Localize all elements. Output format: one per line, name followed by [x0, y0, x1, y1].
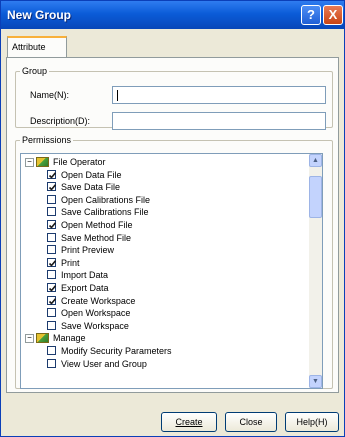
arrow-down-icon[interactable]: ▼	[309, 375, 322, 388]
checked-checkbox[interactable]	[47, 283, 57, 292]
permission-item[interactable]: Open Data File	[21, 169, 307, 181]
unchecked-checkbox[interactable]	[47, 346, 56, 355]
permission-label: Open Workspace	[61, 308, 131, 319]
permission-label: Open Data File	[61, 169, 122, 180]
folder-icon	[36, 157, 49, 167]
permissions-box: Permissions ▲ ▼ − File Operator Open Data …	[15, 135, 333, 389]
vertical-scrollbar[interactable]: ▲ ▼	[309, 154, 322, 388]
attribute-panel: Group Name(N): Description(D): Permissio…	[6, 57, 339, 393]
permission-label: Save Method File	[61, 232, 132, 243]
permissions-tree[interactable]: ▲ ▼ − File Operator Open Data File Save Dat…	[20, 153, 323, 389]
permission-item[interactable]: Modify Security Parameters	[21, 345, 307, 357]
permission-item[interactable]: Save Workspace	[21, 320, 307, 332]
text-caret	[117, 90, 118, 101]
unchecked-checkbox[interactable]	[47, 207, 56, 217]
tree-category-2[interactable]: − Manage	[21, 332, 307, 344]
checkmark-icon	[48, 285, 57, 292]
permission-item[interactable]: Print Preview	[21, 244, 307, 256]
permission-label: View User and Group	[61, 358, 147, 369]
name-label: Name(N):	[30, 90, 70, 100]
tree-category-label: Manage	[53, 333, 86, 344]
unchecked-checkbox[interactable]	[47, 308, 56, 318]
unchecked-checkbox[interactable]	[47, 320, 56, 330]
unchecked-checkbox[interactable]	[47, 270, 56, 280]
unchecked-checkbox[interactable]	[47, 245, 56, 255]
permission-item[interactable]: Print	[21, 257, 307, 269]
permission-label: Modify Security Parameters	[61, 346, 172, 356]
permission-item[interactable]: Open Method File	[21, 219, 307, 231]
unchecked-checkbox[interactable]	[47, 194, 56, 204]
unchecked-checkbox[interactable]	[47, 232, 56, 242]
permission-label: Save Calibrations File	[61, 207, 149, 218]
checked-checkbox[interactable]	[47, 220, 57, 229]
permission-item[interactable]: Export Data	[21, 282, 307, 294]
new-group-dialog: New Group ? X Attribute Group Name(N): D…	[0, 0, 345, 437]
permission-label: Create Workspace	[61, 295, 136, 306]
close-title-button[interactable]: X	[323, 5, 343, 25]
permission-label: Import Data	[61, 270, 109, 281]
group-box: Group Name(N): Description(D):	[15, 66, 333, 130]
permission-item[interactable]: Open Workspace	[21, 307, 307, 319]
permission-item[interactable]: Save Data File	[21, 181, 307, 193]
permissions-legend: Permissions	[22, 135, 72, 145]
close-button[interactable]: Close	[225, 412, 277, 432]
checkmark-icon	[48, 260, 57, 267]
description-label: Description(D):	[30, 116, 91, 126]
permission-item[interactable]: Open Calibrations File	[21, 194, 307, 206]
minus-box-icon[interactable]: −	[25, 158, 34, 167]
permission-label: Open Calibrations File	[61, 194, 151, 205]
help-button[interactable]: Help(H)	[285, 412, 339, 432]
arrow-up-icon[interactable]: ▲	[309, 154, 322, 167]
name-input[interactable]	[112, 86, 326, 104]
group-legend: Group	[22, 66, 48, 76]
create-button[interactable]: Create	[161, 412, 217, 432]
permission-item[interactable]: Save Calibrations File	[21, 206, 307, 218]
permission-label: Save Data File	[61, 182, 121, 193]
permission-label: Open Method File	[61, 220, 133, 230]
tree-category-label: File Operator	[53, 157, 106, 167]
checked-checkbox[interactable]	[47, 169, 57, 179]
tree-category-1[interactable]: − File Operator	[21, 156, 307, 168]
permission-label: Export Data	[61, 283, 109, 293]
checkmark-icon	[48, 222, 57, 229]
minus-box-icon[interactable]: −	[25, 334, 34, 344]
checked-checkbox[interactable]	[47, 295, 57, 305]
window-title: New Group	[7, 8, 72, 22]
folder-icon	[36, 333, 49, 344]
checkmark-icon	[48, 171, 57, 179]
title-bar[interactable]: New Group ? X	[1, 1, 344, 29]
permission-item[interactable]: Create Workspace	[21, 295, 307, 307]
checkmark-icon	[48, 297, 57, 305]
help-title-button[interactable]: ?	[301, 5, 321, 25]
scrollbar-thumb[interactable]	[309, 176, 322, 218]
permission-item[interactable]: Save Method File	[21, 232, 307, 244]
permission-label: Print Preview	[61, 245, 115, 256]
tab-attribute[interactable]: Attribute	[7, 36, 67, 58]
tab-attribute-label: Attribute	[12, 42, 46, 52]
permission-item[interactable]: View User and Group	[21, 358, 307, 370]
create-button-label: Create	[175, 417, 203, 427]
permission-label: Print	[61, 257, 80, 268]
description-input[interactable]	[112, 112, 326, 130]
checked-checkbox[interactable]	[47, 257, 57, 267]
checkmark-icon	[48, 184, 57, 191]
permission-item[interactable]: Import Data	[21, 269, 307, 281]
permission-label: Save Workspace	[61, 320, 129, 331]
unchecked-checkbox[interactable]	[47, 358, 56, 368]
checked-checkbox[interactable]	[47, 182, 57, 192]
